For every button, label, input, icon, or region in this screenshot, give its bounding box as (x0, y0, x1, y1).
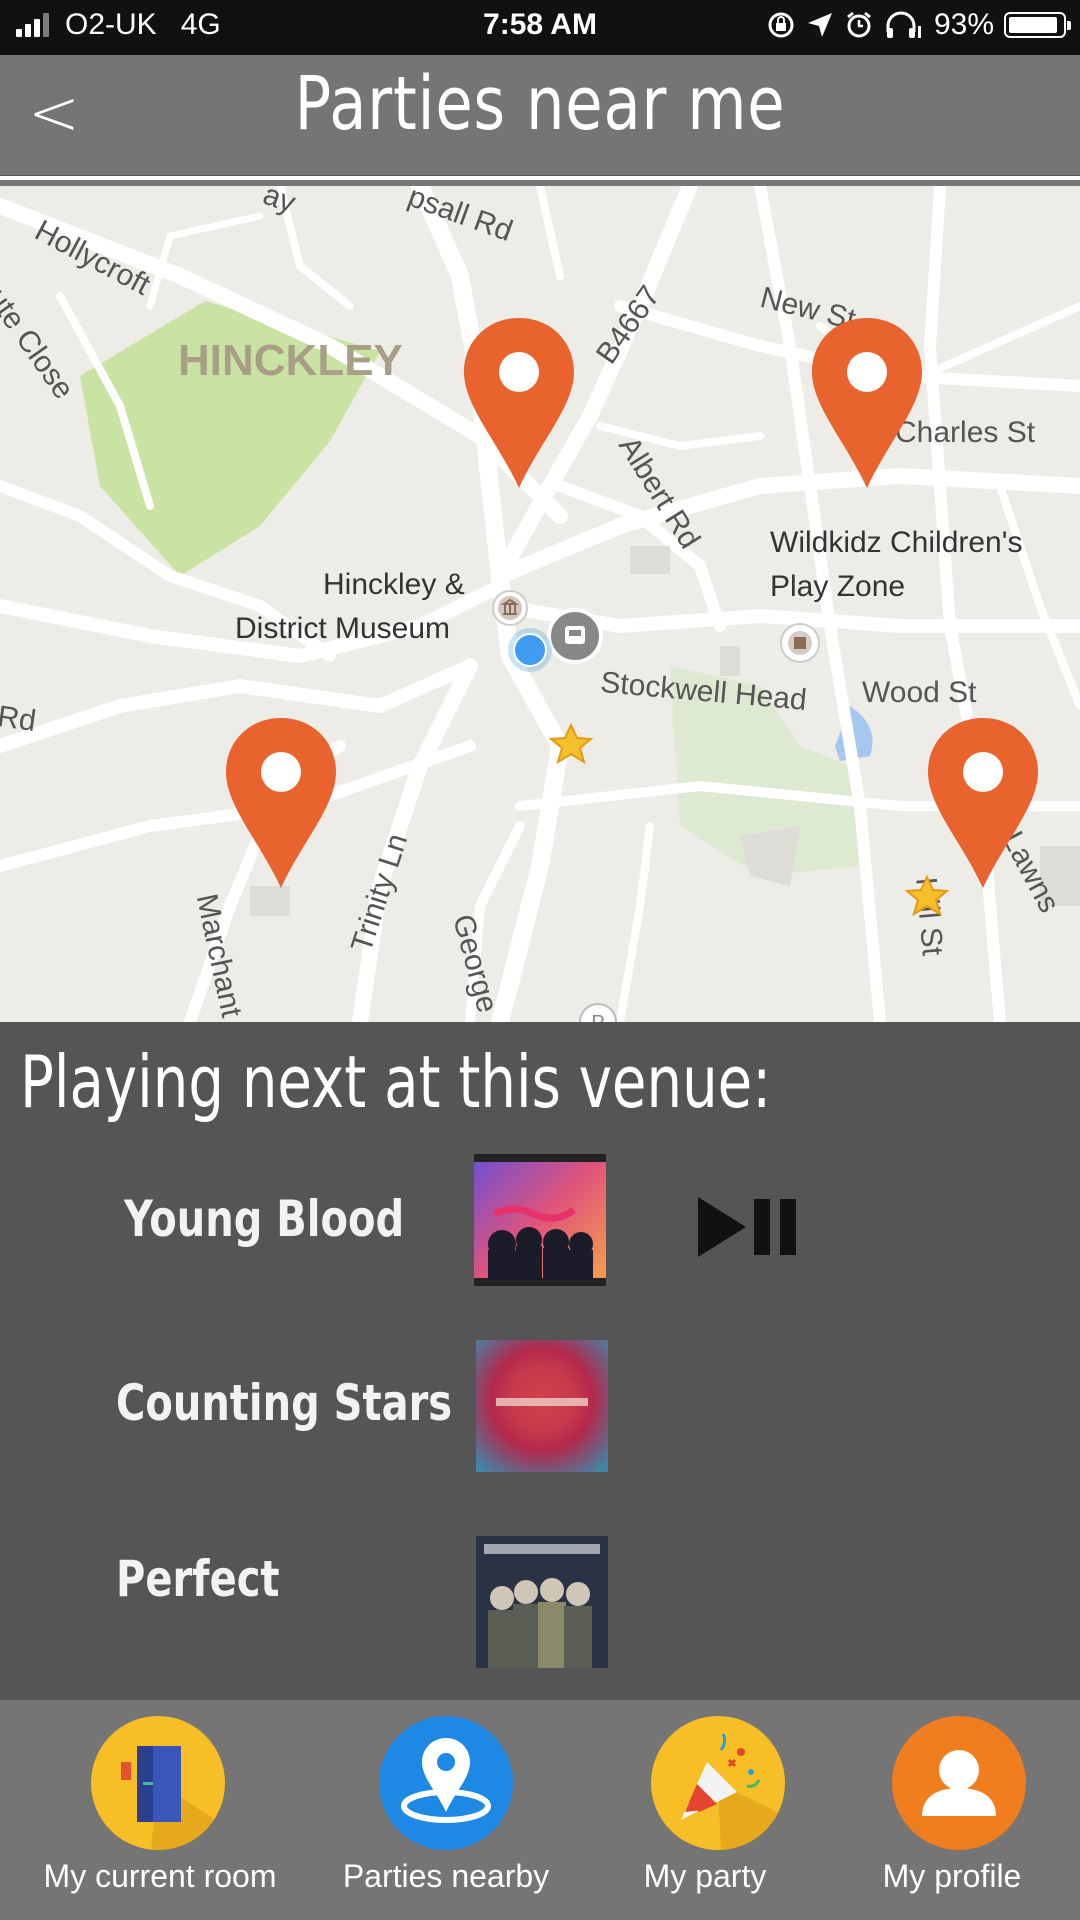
party-popper-icon (651, 1716, 785, 1850)
map-view[interactable]: Hollycroft Bute Close HINCKLEY psall Rd … (0, 186, 1080, 1022)
track-title-1[interactable]: Young Blood (124, 1190, 404, 1248)
screen-rotation-lock-icon (768, 12, 794, 38)
svg-text:P: P (591, 1012, 604, 1022)
map-label-rd: Rd (0, 700, 38, 739)
nav-label-my-party: My party (643, 1858, 767, 1894)
map-label-museum-line2: District Museum (235, 612, 451, 645)
status-right: 93% (766, 8, 1071, 42)
play-pause-icon[interactable] (690, 1187, 810, 1267)
party-pin-2[interactable] (808, 314, 926, 492)
page-title: Parties near me (294, 61, 786, 147)
nav-my-party[interactable]: My party (585, 1700, 825, 1920)
album-art-2[interactable] (476, 1340, 608, 1472)
track-title-2[interactable]: Counting Stars (116, 1374, 452, 1432)
album-art-1[interactable] (474, 1154, 606, 1286)
alarm-icon (847, 11, 871, 38)
battery-percent: 93% (933, 8, 994, 41)
party-pin-1[interactable] (460, 314, 578, 492)
map-label-wildkidz-line1: Wildkidz Children's (770, 526, 1023, 559)
nav-label-parties-nearby: Parties nearby (342, 1858, 550, 1894)
party-pin-4[interactable] (924, 714, 1042, 892)
map-label-museum-line1: Hinckley & (323, 568, 465, 601)
album-art-3[interactable] (476, 1536, 608, 1668)
app-header: < Parties near me (0, 55, 1080, 175)
nav-label-my-current-room: My current room (43, 1858, 277, 1894)
bottom-nav: My current room Parties nearby My party … (0, 1700, 1080, 1920)
location-arrow-icon (807, 13, 832, 37)
museum-poi-icon[interactable] (490, 588, 530, 628)
nav-label-my-profile: My profile (882, 1858, 1022, 1894)
nav-my-profile[interactable]: My profile (842, 1700, 1062, 1920)
current-location-icon (508, 628, 552, 672)
map-label-wildkidz-line2: Play Zone (770, 570, 906, 603)
door-icon (91, 1716, 225, 1850)
battery-icon (1004, 12, 1071, 38)
playlist-heading: Playing next at this venue: (20, 1040, 772, 1124)
map-label-wood-st: Wood St (862, 676, 977, 709)
star-poi-icon[interactable] (548, 722, 594, 768)
user-icon (892, 1716, 1026, 1850)
status-bar: O2-UK 4G 7:58 AM 93% (0, 0, 1080, 55)
track-title-3[interactable]: Perfect (116, 1550, 280, 1608)
playlist-panel: Playing next at this venue: Young Blood … (0, 1022, 1080, 1700)
playzone-poi-icon[interactable] (778, 621, 822, 665)
party-pin-3[interactable] (222, 714, 340, 892)
headphones-icon (886, 11, 921, 38)
parking-sign-icon: P (579, 1003, 617, 1022)
nav-parties-nearby[interactable]: Parties nearby (316, 1700, 576, 1920)
map-label-hinckley: HINCKLEY (178, 336, 403, 385)
map-pin-icon (379, 1716, 513, 1850)
nav-my-current-room[interactable]: My current room (10, 1700, 310, 1920)
back-button[interactable]: < (28, 73, 88, 153)
parking-poi-icon[interactable] (545, 606, 605, 666)
